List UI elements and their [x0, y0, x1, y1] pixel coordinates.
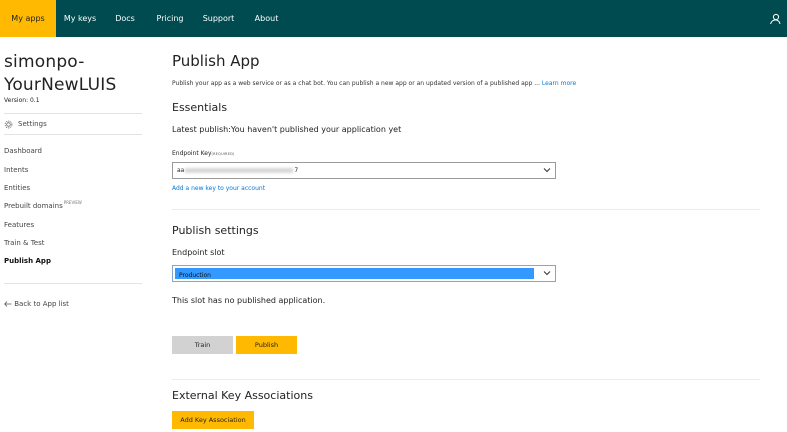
back-label: Back to App list	[14, 300, 69, 308]
sidebar-divider	[4, 283, 142, 284]
publish-button[interactable]: Publish	[236, 336, 297, 354]
app-version: Version: 0.1	[4, 97, 40, 104]
endpoint-key-label-text: Endpoint Key	[172, 150, 212, 157]
endpoint-key-label: Endpoint Key(REQUIRED)	[172, 150, 235, 157]
sidebar-divider	[4, 113, 142, 114]
endpoint-slot-label: Endpoint slot	[172, 248, 225, 257]
endpoint-key-value: aa 7	[177, 167, 298, 174]
endpoint-slot-value: Production	[179, 272, 211, 279]
sidebar-item-entities[interactable]: Entities	[4, 184, 30, 192]
redacted-key	[185, 168, 294, 173]
arrow-left-icon	[4, 301, 12, 307]
add-new-key-link[interactable]: Add a new key to your account	[172, 185, 265, 192]
train-button[interactable]: Train	[172, 336, 233, 354]
intro-text: Publish your app as a web service or as …	[172, 80, 576, 87]
sidebar-item-features[interactable]: Features	[4, 221, 34, 229]
nav-docs[interactable]: Docs	[104, 0, 146, 37]
latest-publish-status: Latest publish:You haven't published you…	[172, 125, 402, 134]
user-icon[interactable]	[769, 13, 781, 25]
slot-status-text: This slot has no published application.	[172, 296, 326, 305]
essentials-heading: Essentials	[172, 101, 228, 114]
publish-settings-heading: Publish settings	[172, 224, 259, 237]
required-tag: (REQUIRED)	[211, 152, 235, 156]
app-name-line2: YourNewLUIS	[4, 75, 117, 95]
app-name-line1: simonpo-	[4, 52, 85, 72]
add-key-association-button[interactable]: Add Key Association	[172, 411, 254, 429]
chevron-down-icon	[543, 271, 551, 276]
endpoint-key-prefix: aa	[177, 167, 185, 174]
sidebar-divider	[4, 134, 142, 135]
section-divider	[172, 379, 760, 380]
page-title: Publish App	[172, 52, 260, 70]
chevron-down-icon	[543, 168, 551, 173]
nav-my-keys[interactable]: My keys	[56, 0, 104, 37]
sidebar-item-publish-app[interactable]: Publish App	[4, 257, 51, 265]
top-navigation-bar: My apps My keys Docs Pricing Support Abo…	[0, 0, 787, 37]
sidebar-item-dashboard[interactable]: Dashboard	[4, 147, 42, 155]
nav-pricing[interactable]: Pricing	[146, 0, 194, 37]
endpoint-slot-dropdown[interactable]: Production	[172, 265, 556, 282]
sidebar-item-train-test[interactable]: Train & Test	[4, 239, 45, 247]
endpoint-key-suffix: 7	[294, 167, 299, 174]
settings-label: Settings	[18, 120, 47, 128]
sidebar-item-label: Prebuilt domains	[4, 202, 63, 210]
sidebar-item-intents[interactable]: Intents	[4, 166, 28, 174]
nav-about[interactable]: About	[243, 0, 290, 37]
endpoint-key-dropdown[interactable]: aa 7	[172, 162, 556, 179]
preview-badge: PREVIEW	[63, 200, 82, 205]
section-divider	[172, 209, 760, 210]
external-key-associations-heading: External Key Associations	[172, 389, 313, 402]
back-to-app-list-link[interactable]: Back to App list	[4, 300, 69, 308]
nav-my-apps[interactable]: My apps	[0, 0, 56, 37]
intro-description: Publish your app as a web service or as …	[172, 80, 542, 87]
learn-more-link[interactable]: Learn more	[542, 80, 576, 87]
nav-support[interactable]: Support	[194, 0, 243, 37]
sidebar-item-prebuilt-domains[interactable]: Prebuilt domainsPREVIEW	[4, 200, 82, 210]
gear-icon	[4, 120, 13, 129]
selected-option-highlight: Production	[175, 268, 534, 279]
